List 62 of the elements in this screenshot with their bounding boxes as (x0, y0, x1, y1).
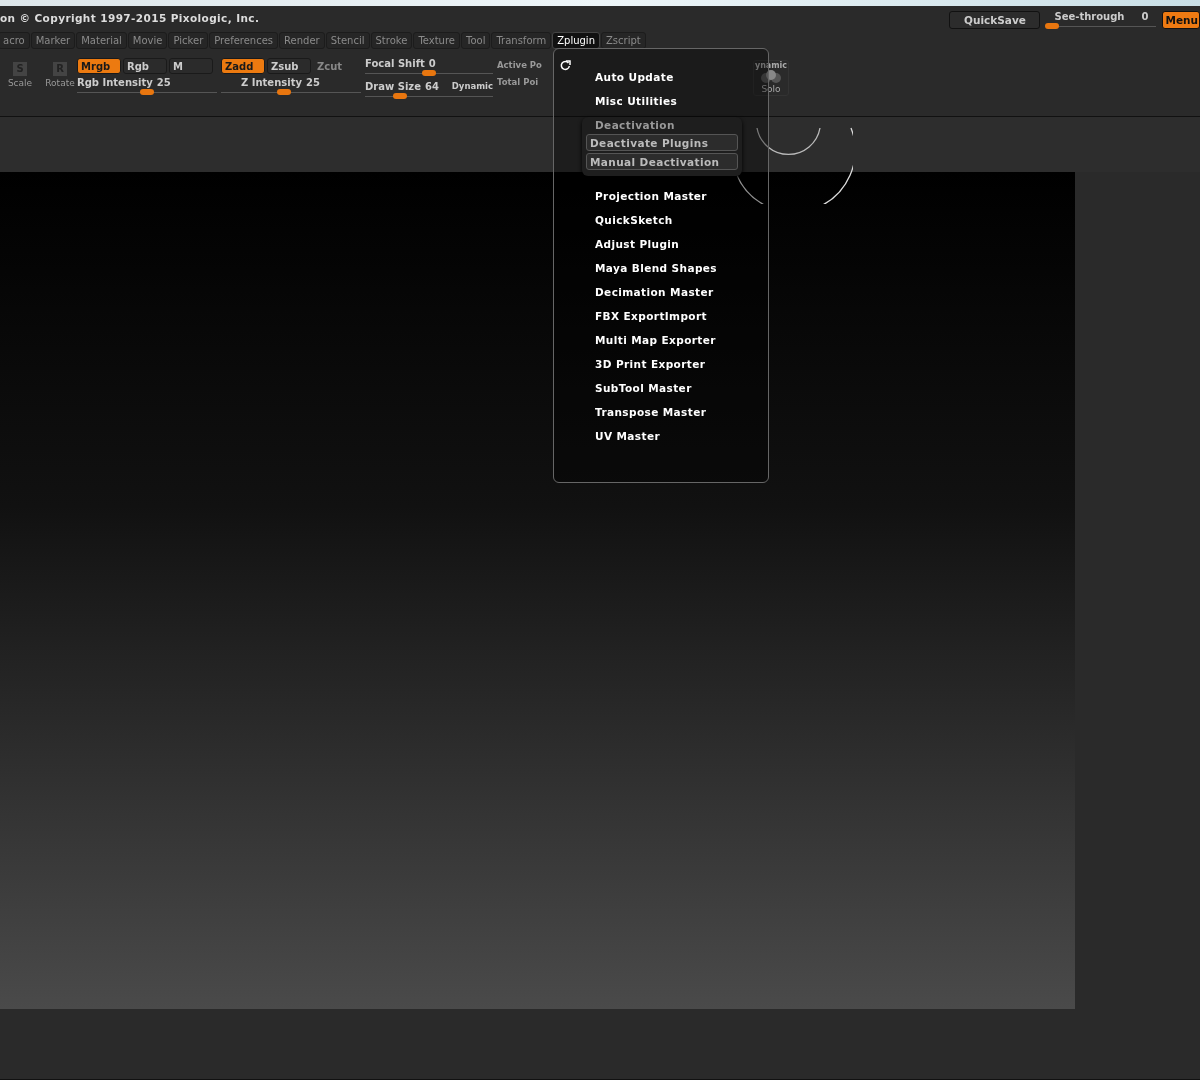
slider-label: Draw Size (365, 81, 421, 92)
menu-item[interactable]: Transpose Master (554, 400, 707, 424)
menu-tab[interactable]: Material (76, 31, 127, 49)
panel-title[interactable]: Deactivation (582, 117, 742, 133)
mode-toggle[interactable]: Mrgb (77, 58, 121, 74)
menu-tab[interactable]: Texture (413, 31, 460, 49)
see-through-label: See-through (1054, 11, 1125, 22)
menu-item[interactable]: Adjust Plugin (554, 232, 680, 256)
menu-item[interactable]: SubTool Master (554, 376, 692, 400)
menu-item[interactable]: Maya Blend Shapes (554, 256, 717, 280)
copyright-title: on © Copyright 1997-2015 Pixologic, Inc. (0, 12, 260, 24)
point-count-label: Active Po (497, 60, 542, 70)
slider-value: 25 (305, 77, 320, 88)
menu-item[interactable]: Multi Map Exporter (554, 328, 716, 352)
menu-item[interactable]: QuickSketch (554, 208, 673, 232)
menu-item[interactable]: 3D Print Exporter (554, 352, 706, 376)
menu-tab[interactable]: Zscript (600, 31, 646, 49)
slider-label: Rgb Intensity (77, 77, 153, 88)
canvas-viewport[interactable] (0, 172, 1075, 1009)
slider-label: Z Intensity (241, 77, 302, 88)
deactivation-button[interactable]: Manual Deactivation (586, 153, 738, 170)
dynamic-label[interactable]: Dynamic (451, 81, 493, 92)
mode-toggle[interactable]: Zsub (267, 58, 311, 74)
slider-value: 25 (156, 77, 171, 88)
deactivation-button[interactable]: Deactivate Plugins (586, 134, 738, 151)
see-through-value: 0 (1141, 11, 1149, 22)
slider-thumb[interactable] (392, 93, 407, 99)
point-count-label: Total Poi (497, 77, 539, 87)
slider-thumb[interactable] (422, 70, 436, 76)
slider-value: 0 (428, 58, 436, 69)
menu-tab[interactable]: Stroke (370, 31, 413, 49)
menu-tab[interactable]: Transform (491, 31, 552, 49)
menu-item[interactable]: Decimation Master (554, 280, 714, 304)
menu-item[interactable]: Auto Update (554, 65, 674, 89)
mode-toggle[interactable]: Zadd (221, 58, 265, 74)
menu-button[interactable]: Menu (1162, 11, 1200, 29)
solo-caption: ynamic (754, 61, 788, 70)
slider-value: 64 (424, 81, 439, 92)
slider-label: Focal Shift (365, 58, 425, 69)
refresh-icon[interactable] (560, 60, 571, 71)
tool-label: Rotate (45, 78, 75, 88)
slider-thumb[interactable] (1044, 23, 1059, 29)
menu-item[interactable]: Misc Utilities (554, 89, 678, 113)
circles-icon (760, 70, 782, 84)
menu-tab[interactable]: acro (0, 31, 30, 49)
menu-tab[interactable]: Preferences (209, 31, 279, 49)
menu-tab[interactable]: Zplugin (552, 31, 600, 49)
quicksave-button[interactable]: QuickSave (949, 11, 1041, 29)
menu-item[interactable]: FBX ExportImport (554, 304, 707, 328)
menu-item[interactable]: Projection Master (554, 184, 707, 208)
mode-toggle[interactable]: M (169, 58, 213, 74)
menu-tab[interactable]: Picker (168, 31, 209, 49)
menu-tab[interactable]: Movie (127, 31, 168, 49)
mode-toggle[interactable]: Rgb (123, 58, 167, 74)
menu-tab[interactable]: Stencil (325, 31, 370, 49)
menu-tab[interactable]: Marker (30, 31, 76, 49)
slider-thumb[interactable] (277, 89, 291, 95)
tool-label: Scale (7, 78, 33, 88)
menu-item[interactable]: UV Master (554, 424, 660, 448)
menu-tab[interactable]: Tool (461, 31, 491, 49)
slider-thumb[interactable] (140, 89, 154, 95)
menu-tab[interactable]: Render (279, 31, 325, 49)
